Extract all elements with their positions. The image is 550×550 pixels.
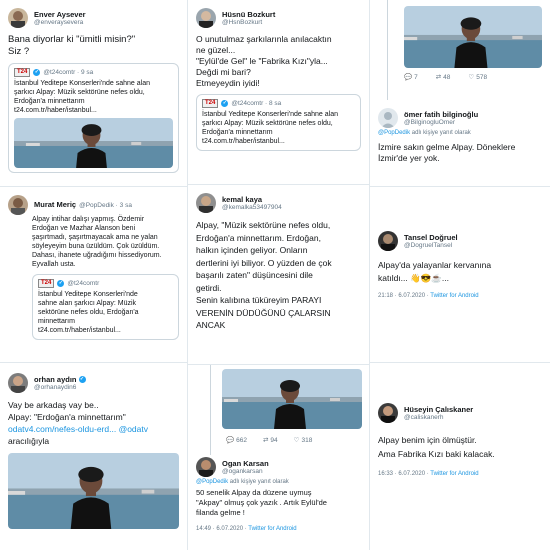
quoted-tweet[interactable]: T24 ✓ @t24comtr İstanbul Yeditepe Konserle… [32, 274, 179, 340]
handle[interactable]: @orhanaydin6 [34, 384, 86, 392]
tweet-huseyin-caliskaner[interactable]: Hüseyin Çalıskaner @caliskanerh Alpay be… [370, 363, 550, 550]
avatar[interactable] [8, 373, 28, 393]
tweet-meta: 21:18 · 6.07.2020 · Twitter for Android [378, 293, 479, 299]
quoted-tweet[interactable]: T24 ✓ @t24comtr · 9 sa İstanbul Yeditepe K… [8, 63, 179, 173]
tweet-text: Bana diyorlar ki "ümitli misin?" Siz ? [8, 34, 136, 57]
tweet-tansel-dogruel[interactable]: Tansel Doğruel @DogruelTansel Alpay'da y… [370, 187, 550, 362]
handle[interactable]: @kemalka53497904 [222, 204, 282, 212]
avatar[interactable] [8, 195, 28, 215]
tweet-husnu-bozkurt[interactable]: Hüsnü Bozkurt @HsnBozkurt O unutulmaz şa… [188, 0, 369, 184]
like-button[interactable]: ♡ 318 [293, 436, 313, 445]
tweet-text: Alpay intihar dalışı yapmış. Özdemir Erd… [32, 216, 162, 268]
heart-icon: ♡ [293, 437, 300, 444]
handle[interactable]: @DogruelTansel [404, 242, 458, 250]
tweet-meta: 16:33 · 6.07.2020 · Twitter for Android [378, 471, 479, 477]
retweet-button[interactable]: ⇄ 48 [435, 73, 451, 82]
tweet-actions: 💬 7 ⇄ 48 ♡ 578 [396, 70, 495, 82]
retweet-icon: ⇄ [435, 74, 442, 81]
tweet-ogan-karsan[interactable]: 💬 662 ⇄ 94 ♡ 318 Ogan Karsan @ogankarsan @P… [188, 365, 369, 550]
quoted-tweet[interactable]: T24 ✓ @t24comtr · 8 sa İstanbul Yeditepe K… [196, 94, 361, 151]
replying-to: @PopDedik adlı kişiye yanıt olarak [378, 130, 471, 136]
retweet-icon: ⇄ [262, 437, 269, 444]
tweet-actions: 💬 662 ⇄ 94 ♡ 318 [218, 433, 320, 445]
handle[interactable]: @enveraysevera [34, 19, 86, 27]
heart-icon: ♡ [468, 74, 475, 81]
verified-icon: ✓ [221, 100, 229, 107]
tweet-kemal-kaya[interactable]: kemal kaya @kemalka53497904 Alpay, "Müzi… [188, 185, 369, 364]
tweet-text: Alpay'da yalayanlar kervanına katıldı...… [378, 260, 492, 283]
tweet-text: O unutulmaz şarkılarınla anılacaktın ne … [196, 34, 332, 88]
tweet-text: Vay be arkadaş vay be.. Alpay: "Erdoğan'… [8, 400, 149, 446]
reply-icon: 💬 [226, 437, 235, 444]
verified-icon: ✓ [78, 375, 86, 383]
display-name[interactable]: Murat Meriç [34, 200, 76, 209]
t24-logo: T24 [14, 68, 31, 77]
tweet-text: Alpay, "Müzik sektörüne nefes oldu, Erdo… [196, 220, 332, 330]
display-name[interactable]: Hüseyin Çalıskaner [404, 405, 473, 414]
handle[interactable]: @caliskanerh [404, 414, 473, 422]
quote-photo[interactable] [14, 118, 173, 168]
display-name[interactable]: Ogan Karsan [222, 459, 269, 468]
display-name[interactable]: kemal kaya [222, 195, 282, 204]
display-name: orhan aydın ✓ [34, 374, 86, 384]
handle[interactable]: @BilginogluOmer [404, 119, 478, 127]
tweet-photo[interactable] [404, 6, 542, 68]
tweet-omer-fatih[interactable]: 💬 7 ⇄ 48 ♡ 578 ömer fatih bilginoğlu @Bilgi… [370, 0, 550, 186]
reply-icon: 💬 [404, 74, 413, 81]
tweet-meta: 14:49 · 6.07.2020 · Twitter for Android [196, 526, 297, 532]
t24-logo: T24 [202, 99, 219, 108]
display-name[interactable]: Enver Aysever [34, 10, 86, 19]
avatar[interactable] [8, 8, 28, 28]
avatar[interactable] [378, 108, 398, 128]
display-name[interactable]: Hüsnü Bozkurt [222, 10, 275, 19]
handle[interactable]: @PopDedik · 3 sa [79, 202, 132, 210]
reply-button[interactable]: 💬 662 [226, 436, 247, 445]
display-name[interactable]: ömer fatih bilginoğlu [404, 110, 478, 119]
retweet-button[interactable]: ⇄ 94 [262, 436, 278, 445]
display-name[interactable]: Tansel Doğruel [404, 233, 458, 242]
replying-to: @PopDedik adlı kişiye yanıt olarak [196, 479, 289, 485]
t24-logo: T24 [38, 279, 55, 288]
verified-icon: ✓ [57, 280, 65, 287]
avatar[interactable] [196, 457, 216, 477]
link-card-photo[interactable] [8, 453, 179, 529]
tweet-text: İzmire sakın gelme Alpay. Döneklere İzmi… [378, 142, 516, 163]
handle[interactable]: @HsnBozkurt [222, 19, 275, 27]
article-link[interactable]: odatv4.com/nefes-oldu-erd... [8, 424, 116, 434]
verified-icon: ✓ [33, 69, 41, 76]
tweet-text: 50 senelik Alpay da düzene uymuş "Akpay"… [196, 488, 327, 517]
handle[interactable]: @ogankarsan [222, 468, 269, 476]
avatar[interactable] [378, 231, 398, 251]
like-button[interactable]: ♡ 578 [468, 73, 487, 82]
tweet-murat-meric[interactable]: Murat Meriç @PopDedik · 3 sa Alpay intih… [0, 187, 187, 362]
mention-link[interactable]: @odatv [119, 424, 148, 434]
avatar[interactable] [196, 193, 216, 213]
reply-button[interactable]: 💬 7 [404, 73, 418, 82]
tweet-photo[interactable] [222, 369, 362, 429]
avatar[interactable] [196, 8, 216, 28]
tweet-text: Alpay benim için ölmüştür. Ama Fabrika K… [378, 435, 495, 459]
tweet-enver-aysever[interactable]: Enver Aysever @enveraysevera Bana diyorl… [0, 0, 187, 186]
tweet-orhan-aydin[interactable]: orhan aydın ✓ @orhanaydin6 Vay be arkadaş… [0, 363, 187, 550]
avatar[interactable] [378, 403, 398, 423]
